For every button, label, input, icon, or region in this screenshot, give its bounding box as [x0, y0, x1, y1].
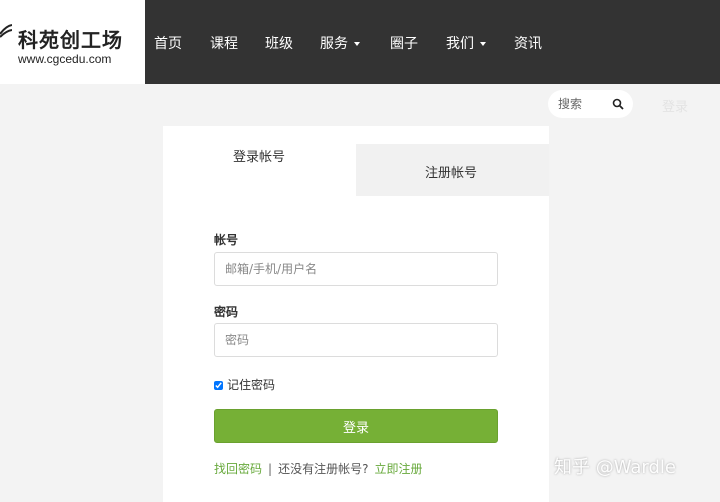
nav-item-courses[interactable]: 课程: [210, 33, 238, 53]
remember-password[interactable]: 记住密码: [214, 376, 275, 393]
nav-item-label: 圈子: [390, 36, 418, 52]
nav-item-classes[interactable]: 班级: [265, 33, 293, 53]
forgot-password-link[interactable]: 找回密码: [214, 462, 262, 476]
nav-item-label: 首页: [154, 36, 182, 52]
site-logo[interactable]: 科苑创工场 www.cgcedu.com: [0, 0, 145, 84]
account-label: 帐号: [214, 233, 239, 247]
logo-url: www.cgcedu.com: [18, 52, 112, 66]
nav-item-services[interactable]: 服务: [320, 33, 360, 53]
nav-item-label: 我们: [446, 36, 474, 52]
search-input[interactable]: [558, 96, 610, 112]
top-navigation-bar: 科苑创工场 www.cgcedu.com 首页 课程 班级 服务 圈子 我们 资…: [0, 0, 720, 84]
nav-item-label: 课程: [210, 36, 238, 52]
nav-item-circles[interactable]: 圈子: [390, 33, 418, 53]
chevron-down-icon: [480, 42, 486, 46]
search-icon[interactable]: [612, 98, 624, 110]
nav-item-home[interactable]: 首页: [154, 33, 182, 53]
nav-item-about-us[interactable]: 我们: [446, 33, 486, 53]
account-input[interactable]: [214, 252, 498, 286]
tab-login-account[interactable]: 登录帐号: [163, 126, 356, 196]
chevron-down-icon: [354, 42, 360, 46]
search-box: [548, 90, 633, 118]
tab-label: 登录帐号: [233, 150, 286, 165]
no-account-text: 还没有注册帐号?: [278, 462, 369, 476]
link-separator: |: [268, 462, 273, 476]
remember-checkbox[interactable]: [214, 381, 223, 390]
auth-links: 找回密码 | 还没有注册帐号? 立即注册: [214, 460, 422, 477]
nav-item-news[interactable]: 资讯: [514, 33, 542, 53]
nav-item-label: 资讯: [514, 36, 542, 52]
nav-item-label: 服务: [320, 36, 348, 52]
login-panel: 登录帐号 注册帐号 帐号 密码 记住密码 登录 找回密码 | 还没有注册帐号? 立即注…: [163, 126, 549, 502]
password-input[interactable]: [214, 323, 498, 357]
tab-label: 注册帐号: [425, 166, 478, 181]
logo-title: 科苑创工场: [18, 28, 123, 52]
watermark: 知乎 @Wardle: [554, 457, 676, 478]
logo-swoosh-icon: [0, 24, 12, 38]
nav-item-label: 班级: [265, 36, 293, 52]
tab-register-account[interactable]: 注册帐号: [356, 144, 549, 196]
login-button[interactable]: 登录: [214, 409, 498, 443]
remember-label: 记住密码: [227, 378, 276, 392]
register-now-link[interactable]: 立即注册: [374, 462, 422, 476]
top-login-link[interactable]: 登录: [662, 96, 688, 115]
password-label: 密码: [214, 305, 239, 319]
